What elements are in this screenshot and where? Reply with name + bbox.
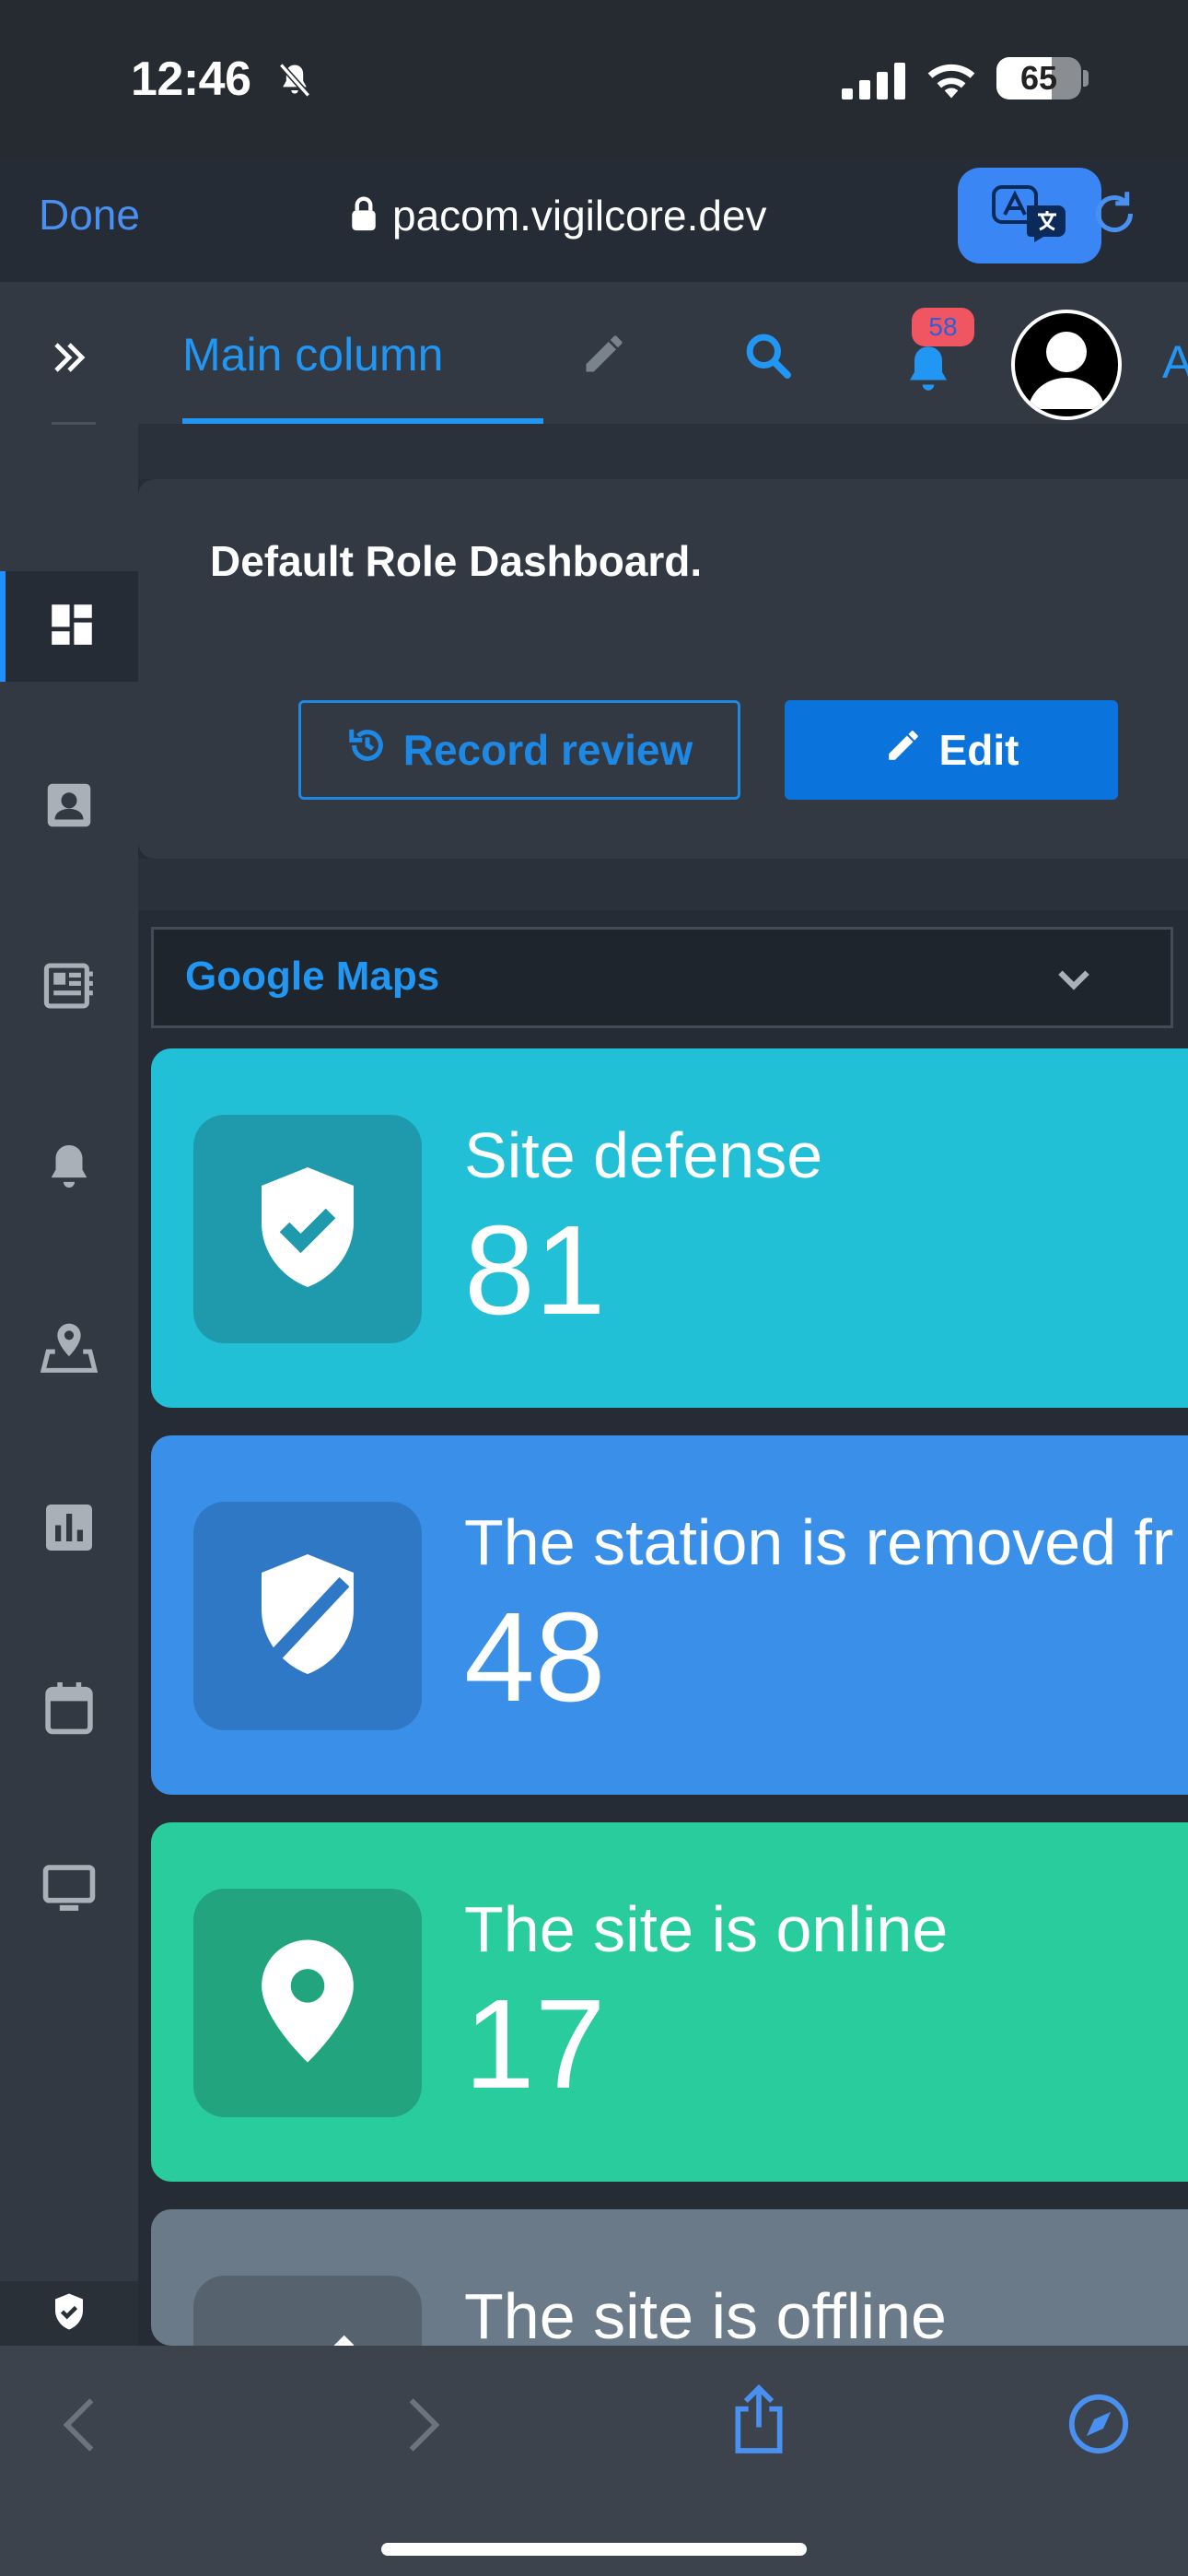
stat-card-site-online[interactable]: The site is online 17 xyxy=(151,1822,1188,2182)
user-silhouette-icon xyxy=(1015,332,1118,416)
record-review-label: Record review xyxy=(402,726,693,774)
stat-card-site-offline[interactable]: The site is offline xyxy=(151,2209,1188,2346)
calendar-icon xyxy=(43,1680,95,1741)
back-chevron-icon[interactable] xyxy=(57,2395,101,2459)
sidebar-item-statistics[interactable] xyxy=(0,1474,138,1585)
stat-label: The station is removed fr xyxy=(464,1506,1174,1578)
map-location-icon xyxy=(39,1318,99,1380)
report-grid-icon xyxy=(41,957,98,1019)
map-pin-icon xyxy=(256,1935,359,2072)
stat-icon-box xyxy=(193,1889,422,2117)
edit-pencil-icon[interactable] xyxy=(580,330,628,382)
dashboard-icon xyxy=(45,598,99,656)
dashboard-title: Default Role Dashboard. xyxy=(210,537,703,585)
tab-main-column[interactable]: Main column xyxy=(182,328,443,381)
history-icon xyxy=(346,724,389,777)
chevron-down-icon xyxy=(1051,957,1097,1008)
url-text: pacom.vigilcore.dev xyxy=(392,192,767,240)
monitor-icon xyxy=(41,1863,98,1919)
section-gap xyxy=(138,859,1188,910)
shield-check-small-icon xyxy=(52,2292,86,2336)
header-shadow-strip xyxy=(138,424,1188,479)
contact-card-icon xyxy=(41,777,98,838)
sidebar-item-map[interactable] xyxy=(0,1294,138,1404)
map-provider-select[interactable]: Google Maps xyxy=(151,927,1173,1028)
sidebar-item-reports[interactable] xyxy=(0,932,138,1043)
compass-icon[interactable] xyxy=(1066,2392,1131,2461)
map-provider-value: Google Maps xyxy=(185,954,440,999)
sidebar-item-contacts[interactable] xyxy=(0,752,138,862)
stat-label: The site is offline xyxy=(464,2280,947,2346)
avatar[interactable] xyxy=(1011,310,1122,420)
stat-value: 17 xyxy=(464,1973,606,2115)
browser-toolbar xyxy=(0,2346,1188,2576)
stat-label: The site is online xyxy=(464,1893,949,1965)
sidebar-expand-button[interactable] xyxy=(0,304,138,415)
lock-icon xyxy=(350,195,378,237)
stat-value: 81 xyxy=(464,1200,606,1341)
sidebar-item-calendar[interactable] xyxy=(0,1655,138,1765)
status-time: 12:46 xyxy=(131,53,251,106)
stat-card-station-removed[interactable]: The station is removed fr 48 xyxy=(151,1435,1188,1795)
address-bar[interactable]: pacom.vigilcore.dev xyxy=(350,188,767,243)
sidebar-item-dashboard[interactable] xyxy=(0,571,138,682)
translate-icon xyxy=(990,183,1069,249)
bell-icon xyxy=(42,1138,96,1200)
forward-chevron-icon[interactable] xyxy=(402,2395,446,2459)
sidebar-divider xyxy=(52,422,96,425)
edit-label: Edit xyxy=(938,726,1019,774)
notification-count-badge: 58 xyxy=(912,308,974,346)
status-bar: 12:46 65 Done pacom.vigilcore.dev xyxy=(0,0,1188,263)
bar-chart-icon xyxy=(41,1500,97,1560)
stat-icon-box xyxy=(193,1502,422,1730)
wifi-icon xyxy=(925,59,978,104)
battery-tip xyxy=(1083,70,1089,87)
home-indicator xyxy=(381,2543,807,2556)
dashboard-card: Default Role Dashboard. Record review Ed… xyxy=(138,479,1188,859)
sidebar xyxy=(0,282,138,2346)
shield-check-icon xyxy=(251,1163,364,1296)
stat-value: 48 xyxy=(464,1587,606,1728)
translate-button[interactable] xyxy=(958,168,1101,263)
reload-icon[interactable] xyxy=(1087,186,1142,246)
battery-icon: 65 xyxy=(996,57,1081,100)
share-icon[interactable] xyxy=(728,2383,790,2461)
pencil-icon xyxy=(884,725,923,775)
battery-percent: 65 xyxy=(1019,59,1058,97)
sidebar-item-alarms[interactable] xyxy=(0,1113,138,1224)
stat-icon-box xyxy=(193,2276,422,2346)
edit-button[interactable]: Edit xyxy=(785,700,1118,800)
stat-icon-box xyxy=(193,1115,422,1343)
shield-badge[interactable] xyxy=(0,2281,138,2346)
offline-icon xyxy=(248,2276,367,2346)
bell-muted-icon xyxy=(274,59,315,106)
search-icon[interactable] xyxy=(742,330,794,386)
stat-label: Site defense xyxy=(464,1119,823,1191)
done-button[interactable]: Done xyxy=(39,190,140,240)
chevron-double-right-icon xyxy=(47,335,91,384)
app-header: Main column 58 A xyxy=(138,282,1188,424)
stat-card-site-defense[interactable]: Site defense 81 xyxy=(151,1048,1188,1408)
cellular-signal-icon xyxy=(842,63,906,104)
sidebar-item-monitor[interactable] xyxy=(0,1835,138,1946)
record-review-button[interactable]: Record review xyxy=(298,700,740,800)
shield-off-icon xyxy=(251,1550,364,1683)
user-name-truncated[interactable]: A xyxy=(1162,335,1188,389)
